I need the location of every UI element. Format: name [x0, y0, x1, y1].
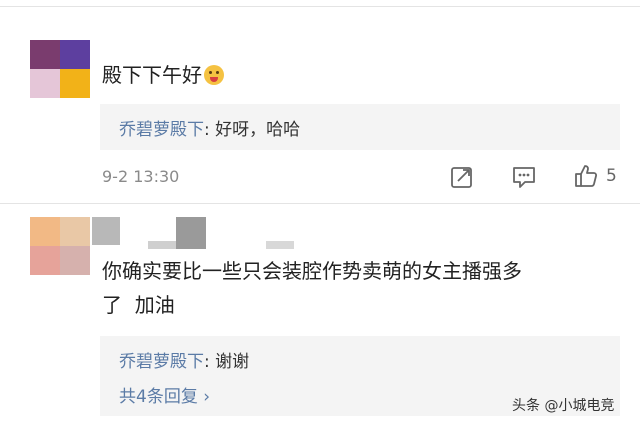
comment-text: 你确实要比一些只会装腔作势卖萌的女主播强多 了 加油	[102, 254, 632, 322]
comment-icon	[513, 167, 535, 188]
reply-text: : 好呀，哈哈	[204, 120, 301, 140]
reply-text: : 谢谢	[204, 352, 250, 372]
comment-button[interactable]	[511, 164, 537, 190]
like-button[interactable]	[573, 163, 599, 189]
comment-text-line-2: 了 加油	[102, 293, 175, 317]
comment-text-line-1: 你确实要比一些只会装腔作势卖萌的女主播强多	[102, 259, 522, 283]
comment-timestamp: 9-2 13:30	[102, 167, 180, 186]
share-button[interactable]	[449, 164, 475, 190]
reply-author-name[interactable]: 乔碧萝殿下	[119, 120, 204, 140]
smiling-face-emoji-icon	[204, 65, 224, 85]
thumbs-up-icon	[575, 165, 598, 187]
reply-preview[interactable]: 乔碧萝殿下: 好呀，哈哈	[119, 118, 300, 142]
avatar[interactable]	[30, 40, 90, 98]
share-icon	[451, 167, 472, 188]
comment-text: 殿下下午好	[102, 58, 224, 92]
reply-preview[interactable]: 乔碧萝殿下: 谢谢	[119, 350, 249, 374]
reply-author-name[interactable]: 乔碧萝殿下	[119, 352, 204, 372]
avatar[interactable]	[30, 217, 90, 275]
comment-divider	[0, 203, 640, 204]
source-watermark: 头条 @小城电竞	[512, 398, 615, 414]
top-divider	[0, 6, 640, 7]
more-replies-link[interactable]: 共4条回复 ›	[119, 385, 210, 409]
like-count: 5	[606, 166, 617, 186]
